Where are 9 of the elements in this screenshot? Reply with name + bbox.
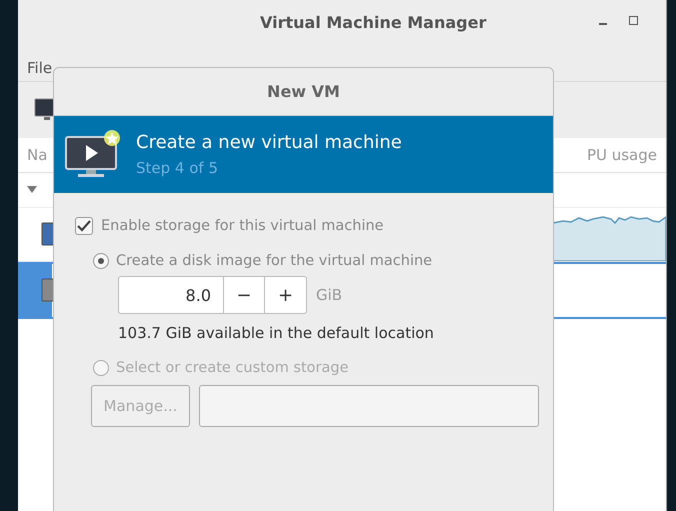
available-space-text: 103.7 GiB available in the default location bbox=[118, 324, 435, 342]
step-label: Step 4 of 5 bbox=[136, 159, 220, 177]
dialog-title: New VM bbox=[267, 82, 340, 101]
window-title: Virtual Machine Manager bbox=[260, 12, 486, 32]
unit-label: GiB bbox=[316, 286, 342, 304]
radio-label: Create a disk image for the virtual machine bbox=[116, 253, 432, 269]
checkbox-label: Enable storage for this virtual machine bbox=[101, 218, 384, 234]
banner-title: Create a new virtual machine bbox=[136, 132, 402, 153]
radio-label: Select or create custom storage bbox=[116, 360, 349, 376]
